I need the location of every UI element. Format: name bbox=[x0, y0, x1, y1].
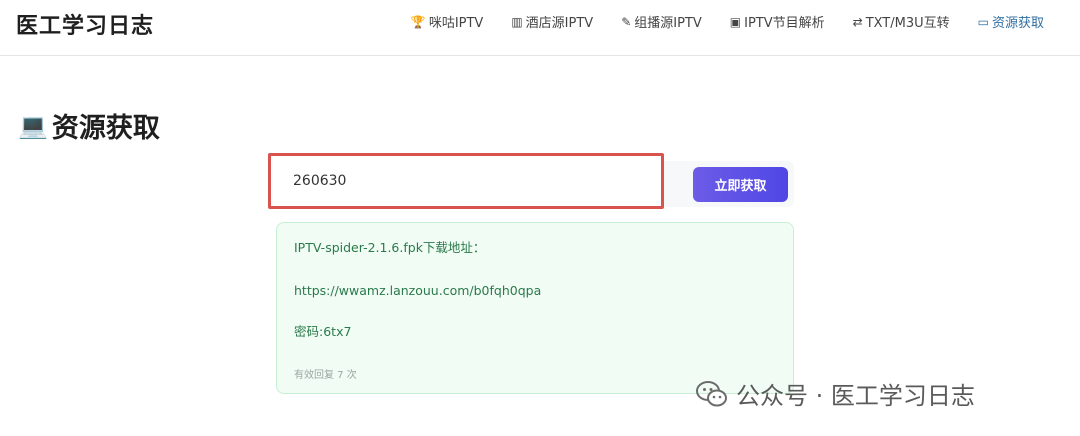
remaining-count: 有效回复 7 次 bbox=[294, 370, 357, 381]
watermark-text: 公众号 · 医工学习日志 bbox=[736, 382, 975, 410]
wechat-icon bbox=[696, 380, 727, 406]
main-nav: 🏆 咪咕IPTV ▥ 酒店源IPTV ✎ 组播源IPTV ▣ IPTV节目解析 … bbox=[410, 12, 1044, 32]
hotel-icon: ▥ bbox=[511, 14, 523, 29]
result-panel: IPTV-spider-2.1.6.fpk下载地址： https://wwamz… bbox=[276, 222, 794, 394]
password-text: 密码:6tx7 bbox=[294, 324, 352, 339]
site-header: 医工学习日志 🏆 咪咕IPTV ▥ 酒店源IPTV ✎ 组播源IPTV ▣ IP… bbox=[0, 0, 1080, 56]
search-field-highlight bbox=[268, 153, 664, 209]
multicast-icon: ✎ bbox=[621, 14, 632, 29]
laptop-icon: ▭ bbox=[977, 14, 989, 29]
nav-item-migu-iptv[interactable]: 🏆 咪咕IPTV bbox=[410, 12, 484, 32]
tv-icon: ▣ bbox=[729, 14, 742, 29]
fetch-now-button[interactable]: 立即获取 bbox=[693, 167, 788, 202]
nav-item-label: TXT/M3U互转 bbox=[865, 16, 950, 31]
nav-item-label: IPTV节目解析 bbox=[744, 16, 825, 31]
nav-item-label: 咪咕IPTV bbox=[428, 16, 484, 31]
download-title: IPTV-spider-2.1.6.fpk下载地址： bbox=[294, 240, 486, 255]
code-input[interactable] bbox=[271, 156, 661, 206]
nav-item-multicast-iptv[interactable]: ✎ 组播源IPTV bbox=[621, 12, 702, 32]
nav-item-label: 酒店源IPTV bbox=[525, 16, 594, 31]
nav-item-iptv-parse[interactable]: ▣ IPTV节目解析 bbox=[729, 12, 825, 32]
nav-item-txt-m3u-convert[interactable]: ⇄ TXT/M3U互转 bbox=[852, 12, 950, 32]
page-title: 资源获取 bbox=[51, 113, 160, 144]
nav-item-label: 组播源IPTV bbox=[634, 16, 702, 31]
wechat-watermark: 公众号 · 医工学习日志 bbox=[696, 376, 975, 411]
nav-item-hotel-iptv[interactable]: ▥ 酒店源IPTV bbox=[511, 12, 594, 32]
trophy-icon: 🏆 bbox=[410, 14, 426, 29]
site-title[interactable]: 医工学习日志 bbox=[16, 8, 154, 40]
nav-item-label: 资源获取 bbox=[991, 16, 1044, 31]
laptop-icon: 💻 bbox=[18, 111, 48, 140]
convert-icon: ⇄ bbox=[852, 14, 863, 29]
page-heading: 💻 资源获取 bbox=[18, 106, 160, 145]
download-link[interactable]: https://wwamz.lanzouu.com/b0fqh0qpa bbox=[294, 284, 541, 298]
nav-item-resource-fetch[interactable]: ▭ 资源获取 bbox=[977, 12, 1044, 32]
